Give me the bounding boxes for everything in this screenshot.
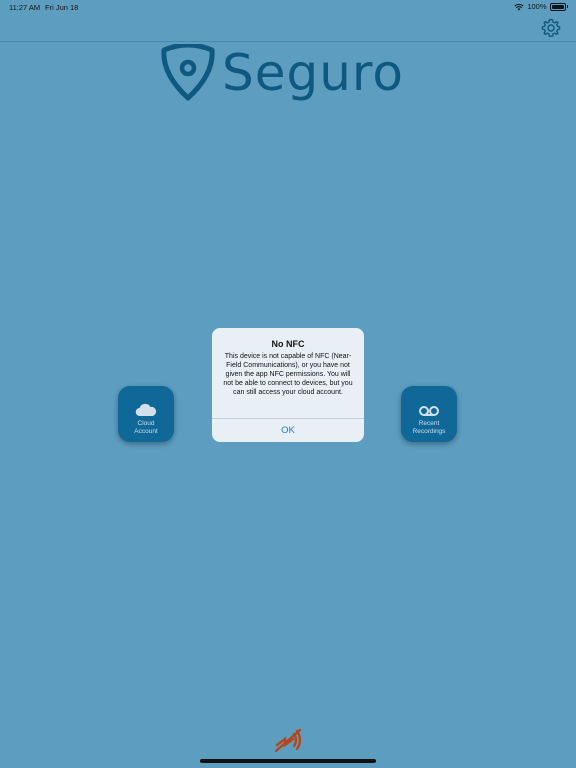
alert-title: No NFC [271, 339, 305, 349]
no-nfc-alert: No NFC This device is not capable of NFC… [212, 328, 364, 442]
alert-ok-button[interactable]: OK [212, 419, 364, 442]
alert-message: This device is not capable of NFC (Near-… [223, 353, 353, 396]
home-indicator[interactable] [200, 759, 376, 763]
nfc-disabled-icon [274, 728, 302, 753]
